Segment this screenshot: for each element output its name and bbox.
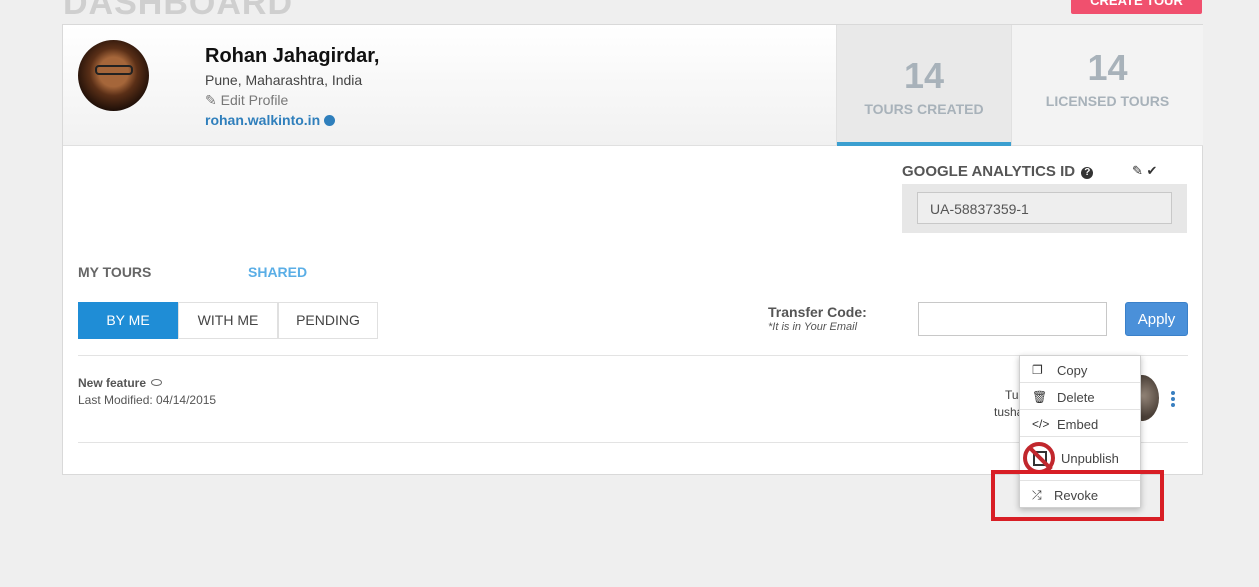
profile-name: Rohan Jahagirdar, bbox=[205, 45, 380, 67]
code-icon: </> bbox=[1032, 417, 1050, 431]
tab-shared[interactable]: SHARED bbox=[248, 264, 307, 280]
tab-my-tours[interactable]: MY TOURS bbox=[78, 264, 151, 280]
licensed-tours-label: LICENSED TOURS bbox=[1045, 93, 1170, 109]
profile-location: Pune, Maharashtra, India bbox=[205, 72, 363, 88]
licensed-tours-count: 14 bbox=[1087, 47, 1128, 88]
tour-title[interactable]: New feature bbox=[78, 376, 163, 390]
menu-item-label: Embed bbox=[1057, 417, 1099, 432]
analytics-id-input[interactable]: UA-58837359-1 bbox=[917, 192, 1172, 224]
transfer-code-note: *It is in Your Email bbox=[768, 321, 858, 333]
analytics-box: UA-58837359-1 bbox=[902, 184, 1187, 233]
analytics-label: GOOGLE ANALYTICS ID ? bbox=[902, 163, 1094, 180]
menu-item-label: Delete bbox=[1057, 390, 1095, 405]
edit-profile-label: Edit Profile bbox=[220, 92, 289, 108]
analytics-label-text: GOOGLE ANALYTICS ID bbox=[902, 163, 1076, 180]
tab-licensed-tours[interactable]: 14 LICENSED TOURS bbox=[1011, 25, 1203, 146]
menu-item-delete[interactable]: 🗑 Delete bbox=[1020, 383, 1140, 410]
website-label: rohan.walkinto.in bbox=[205, 112, 321, 128]
apply-button[interactable]: Apply bbox=[1125, 302, 1188, 336]
filter-by-me[interactable]: BY ME bbox=[78, 302, 178, 339]
tours-created-count: 14 bbox=[903, 55, 945, 96]
edit-icon[interactable]: ✎ bbox=[1132, 163, 1143, 178]
check-icon[interactable]: ✔ bbox=[1147, 163, 1158, 178]
globe-icon bbox=[324, 115, 336, 126]
eye-icon bbox=[151, 379, 163, 386]
tours-created-label: TOURS CREATED bbox=[864, 101, 984, 117]
tab-tours-created[interactable]: 14 TOURS CREATED bbox=[837, 25, 1011, 146]
website-link[interactable]: rohan.walkinto.in bbox=[205, 112, 336, 128]
tour-title-text: New feature bbox=[78, 376, 147, 390]
transfer-code-label: Transfer Code: bbox=[768, 304, 867, 320]
menu-item-embed[interactable]: </> Embed bbox=[1020, 410, 1140, 437]
edit-icon: ✎ bbox=[205, 92, 217, 108]
profile-panel: Rohan Jahagirdar, Pune, Maharashtra, Ind… bbox=[63, 25, 837, 146]
filter-with-me[interactable]: WITH ME bbox=[178, 302, 278, 339]
transfer-code-input[interactable] bbox=[918, 302, 1107, 336]
more-options-icon[interactable] bbox=[1171, 391, 1175, 409]
revoke-highlight-box bbox=[991, 470, 1164, 521]
tour-modified: Last Modified: 04/14/2015 bbox=[78, 393, 217, 407]
avatar bbox=[78, 40, 149, 111]
create-tour-button[interactable]: CREATE TOUR bbox=[1071, 0, 1202, 14]
page-title: DASHBOARD bbox=[63, 0, 293, 22]
menu-item-label: Copy bbox=[1057, 363, 1088, 378]
edit-profile-link[interactable]: ✎ Edit Profile bbox=[205, 92, 288, 109]
trash-icon: 🗑 bbox=[1032, 390, 1048, 404]
filter-pending[interactable]: PENDING bbox=[278, 302, 378, 339]
menu-item-label: Unpublish bbox=[1061, 451, 1119, 466]
help-icon[interactable]: ? bbox=[1081, 167, 1094, 179]
copy-icon: ❐ bbox=[1032, 363, 1043, 377]
menu-item-copy[interactable]: ❐ Copy bbox=[1020, 356, 1140, 383]
analytics-actions: ✎ ✔ bbox=[1132, 163, 1157, 179]
